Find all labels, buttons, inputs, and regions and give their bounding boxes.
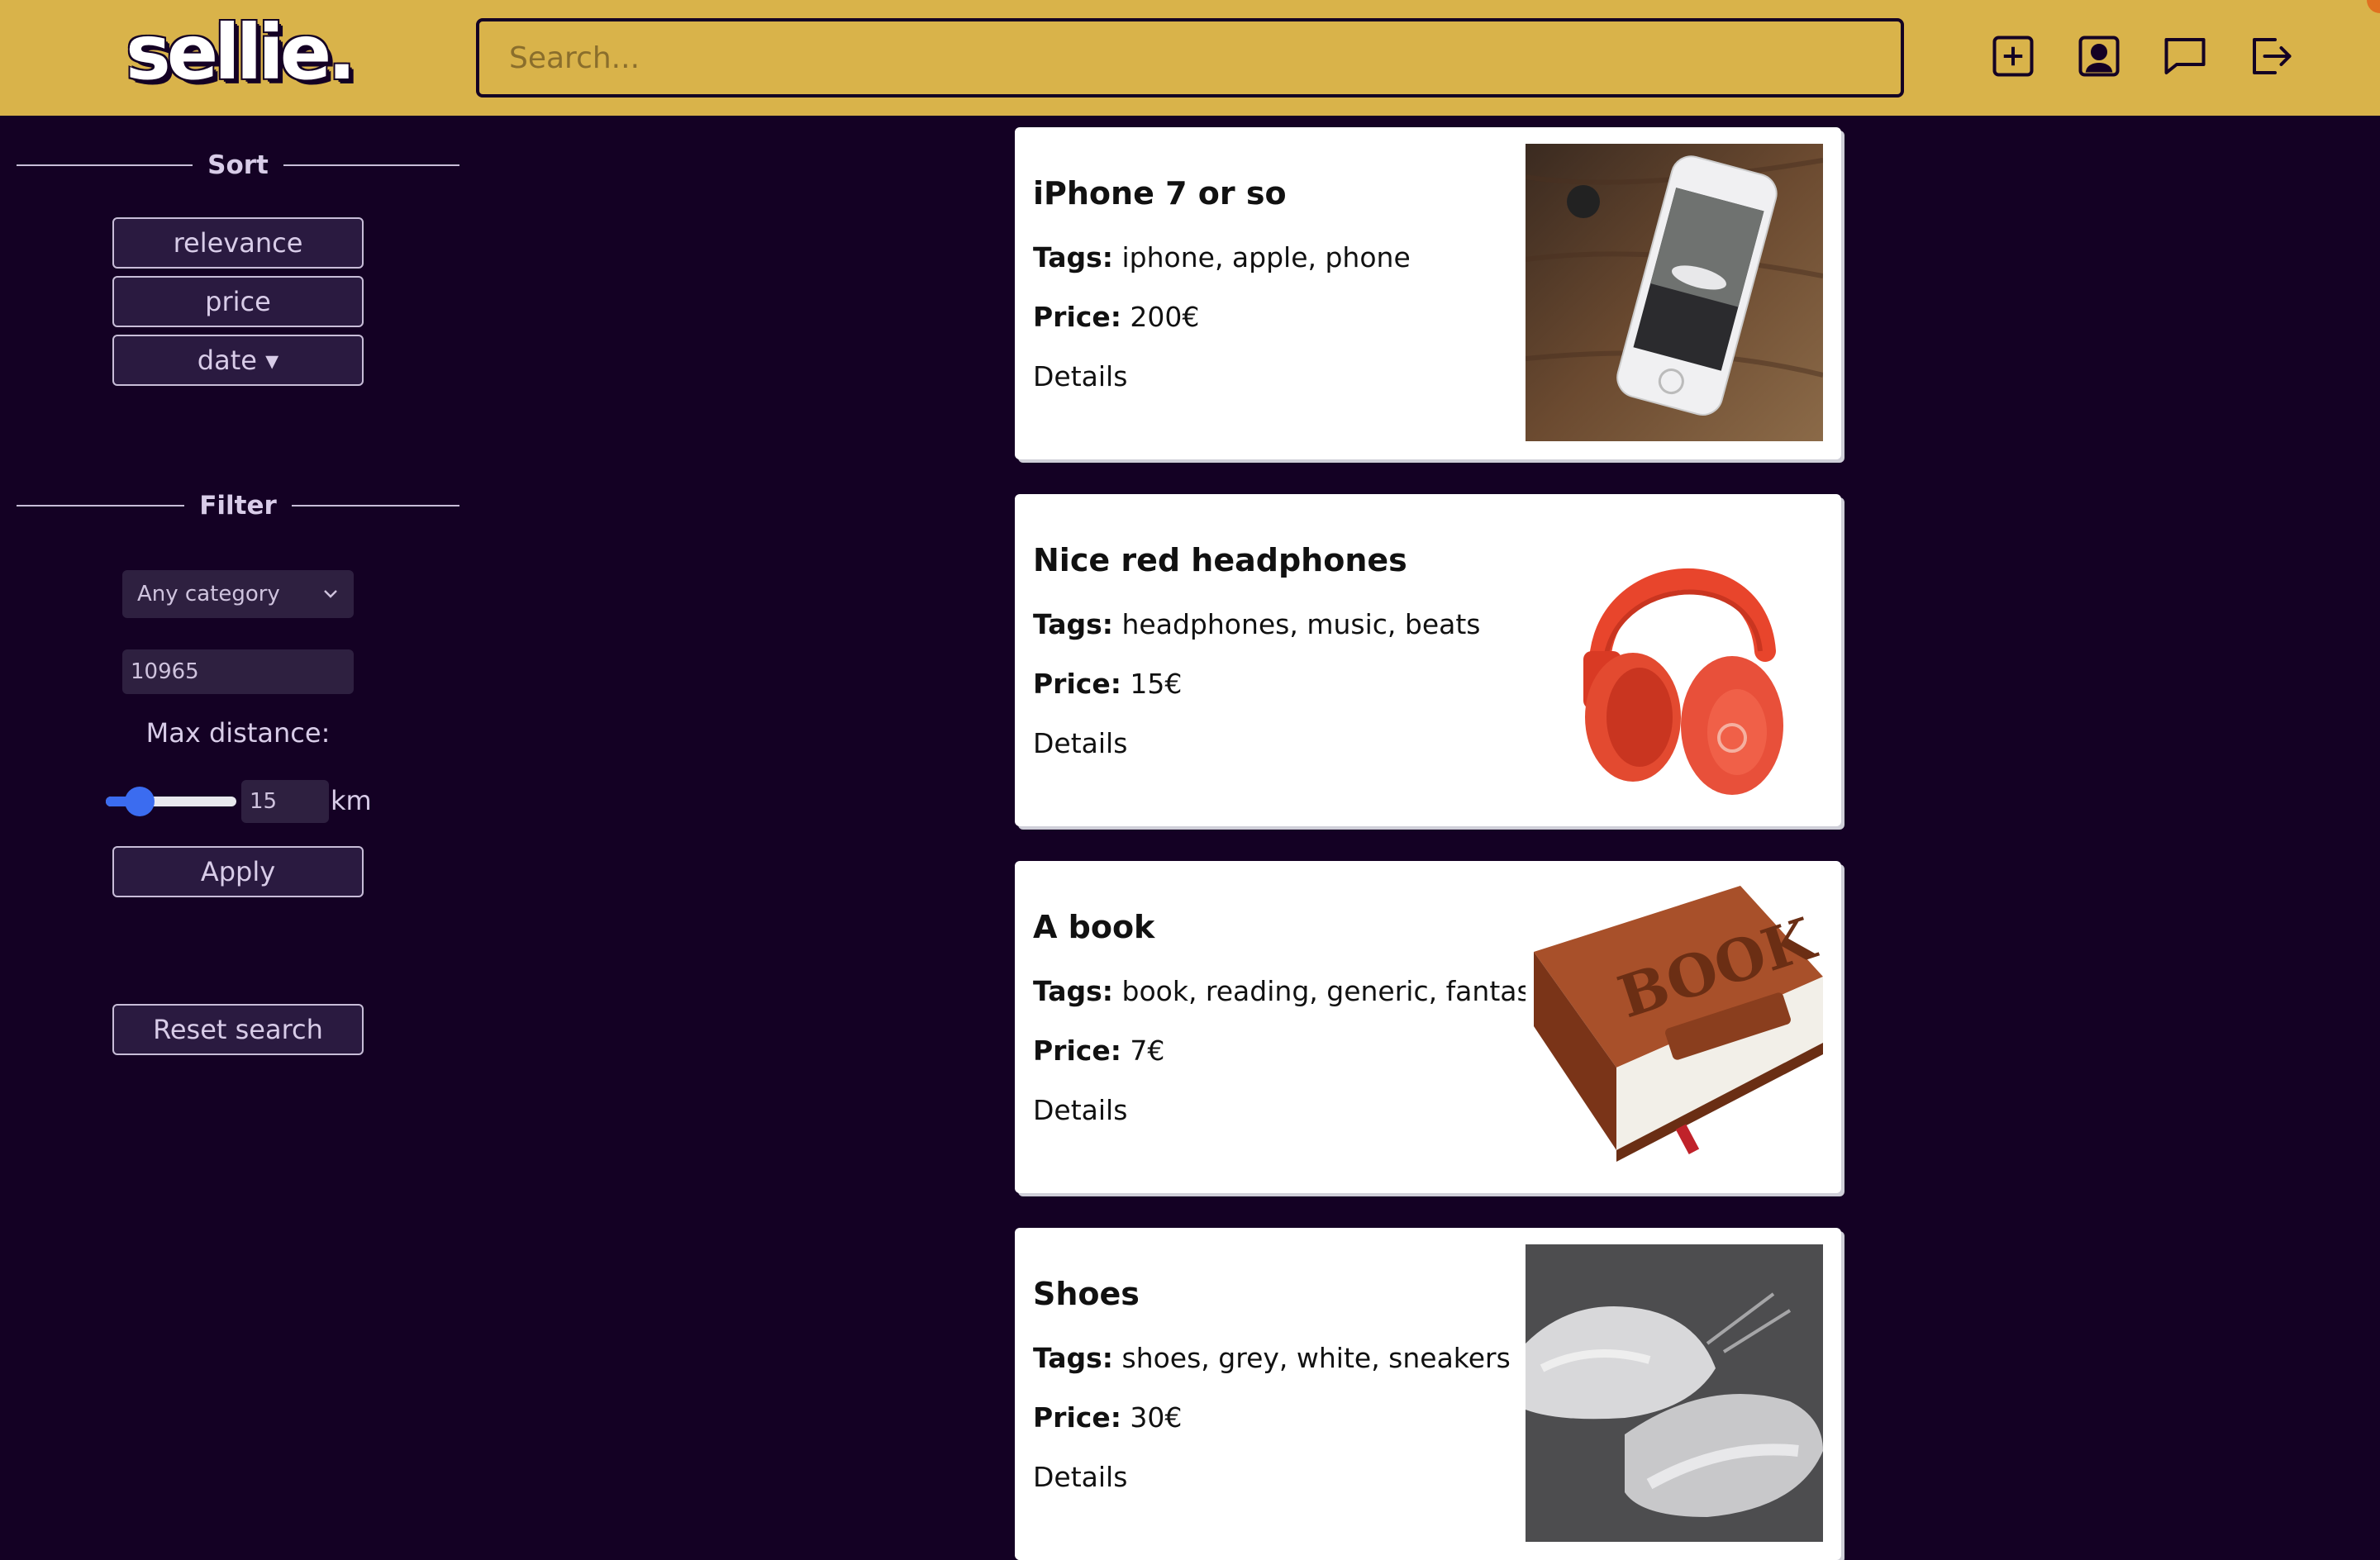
listing-card[interactable]: Shoes Tags: shoes, grey, white, sneakers… — [1015, 1228, 1841, 1560]
logout-icon[interactable] — [2244, 30, 2297, 83]
price-label: Price: — [1033, 1401, 1121, 1434]
sort-section-title: Sort — [17, 149, 460, 182]
listing-price: Price: 200€ — [1033, 301, 1199, 333]
book-photo[interactable]: BOOK — [1526, 878, 1823, 1175]
listing-tags: Tags: shoes, grey, white, sneakers — [1033, 1342, 1511, 1374]
tags-value: shoes, grey, white, sneakers — [1121, 1342, 1511, 1374]
sort-date-button[interactable]: date ▾ — [112, 335, 364, 386]
listing-title: Shoes — [1033, 1276, 1140, 1312]
max-distance-label: Max distance: — [145, 717, 331, 749]
top-bar: sellie. — [0, 0, 2380, 116]
price-label: Price: — [1033, 668, 1121, 700]
listing-card[interactable]: A book Tags: book, reading, generic, fan… — [1015, 861, 1841, 1193]
price-value: 15€ — [1130, 668, 1183, 700]
distance-number-input[interactable] — [241, 780, 329, 823]
tags-label: Tags: — [1033, 241, 1113, 273]
listing-card[interactable]: Nice red headphones Tags: headphones, mu… — [1015, 494, 1841, 826]
details-link[interactable]: Details — [1033, 1094, 1127, 1126]
listing-price: Price: 7€ — [1033, 1034, 1164, 1067]
listing-title: A book — [1033, 909, 1155, 945]
corner-indicator — [2367, 0, 2380, 13]
tags-label: Tags: — [1033, 1342, 1113, 1374]
category-select[interactable]: Any category — [122, 570, 354, 618]
details-link[interactable]: Details — [1033, 360, 1127, 392]
chevron-down-icon — [324, 590, 337, 598]
filter-title: Filter — [199, 491, 277, 521]
distance-unit-label: km — [331, 785, 372, 816]
sort-title: Sort — [207, 150, 269, 180]
headphones-photo[interactable] — [1526, 511, 1823, 808]
distance-slider-thumb[interactable] — [125, 787, 155, 816]
plus-square-icon[interactable] — [1987, 30, 2040, 83]
reset-search-button[interactable]: Reset search — [112, 1004, 364, 1055]
tags-value: iphone, apple, phone — [1121, 241, 1411, 273]
listing-price: Price: 15€ — [1033, 668, 1182, 700]
tags-value: book, reading, generic, fantasy — [1121, 975, 1548, 1007]
user-icon[interactable] — [2073, 30, 2125, 83]
tags-value: headphones, music, beats — [1121, 608, 1481, 640]
listing-title: iPhone 7 or so — [1033, 175, 1287, 212]
listing-price: Price: 30€ — [1033, 1401, 1182, 1434]
listing-tags: Tags: iphone, apple, phone — [1033, 241, 1411, 273]
listing-tags: Tags: headphones, music, beats — [1033, 608, 1480, 640]
price-value: 7€ — [1130, 1034, 1165, 1067]
sort-relevance-button[interactable]: relevance — [112, 217, 364, 269]
search-input[interactable] — [476, 18, 1904, 98]
details-link[interactable]: Details — [1033, 727, 1127, 759]
filter-section-title: Filter — [17, 489, 459, 522]
price-value: 30€ — [1130, 1401, 1183, 1434]
apply-button[interactable]: Apply — [112, 846, 364, 897]
price-label: Price: — [1033, 301, 1121, 333]
category-select-value: Any category — [137, 582, 280, 606]
chat-icon[interactable] — [2159, 30, 2211, 83]
listing-tags: Tags: book, reading, generic, fantasy — [1033, 975, 1547, 1007]
logo[interactable]: sellie. — [126, 8, 356, 97]
phone-photo[interactable] — [1526, 144, 1823, 441]
sort-price-button[interactable]: price — [112, 276, 364, 327]
details-link[interactable]: Details — [1033, 1461, 1127, 1493]
listing-title: Nice red headphones — [1033, 542, 1407, 578]
price-value: 200€ — [1130, 301, 1200, 333]
shoes-photo[interactable] — [1526, 1244, 1823, 1542]
price-label: Price: — [1033, 1034, 1121, 1067]
tags-label: Tags: — [1033, 608, 1113, 640]
listing-card[interactable]: iPhone 7 or so Tags: iphone, apple, phon… — [1015, 127, 1841, 459]
zip-code-input[interactable] — [122, 649, 354, 694]
tags-label: Tags: — [1033, 975, 1113, 1007]
